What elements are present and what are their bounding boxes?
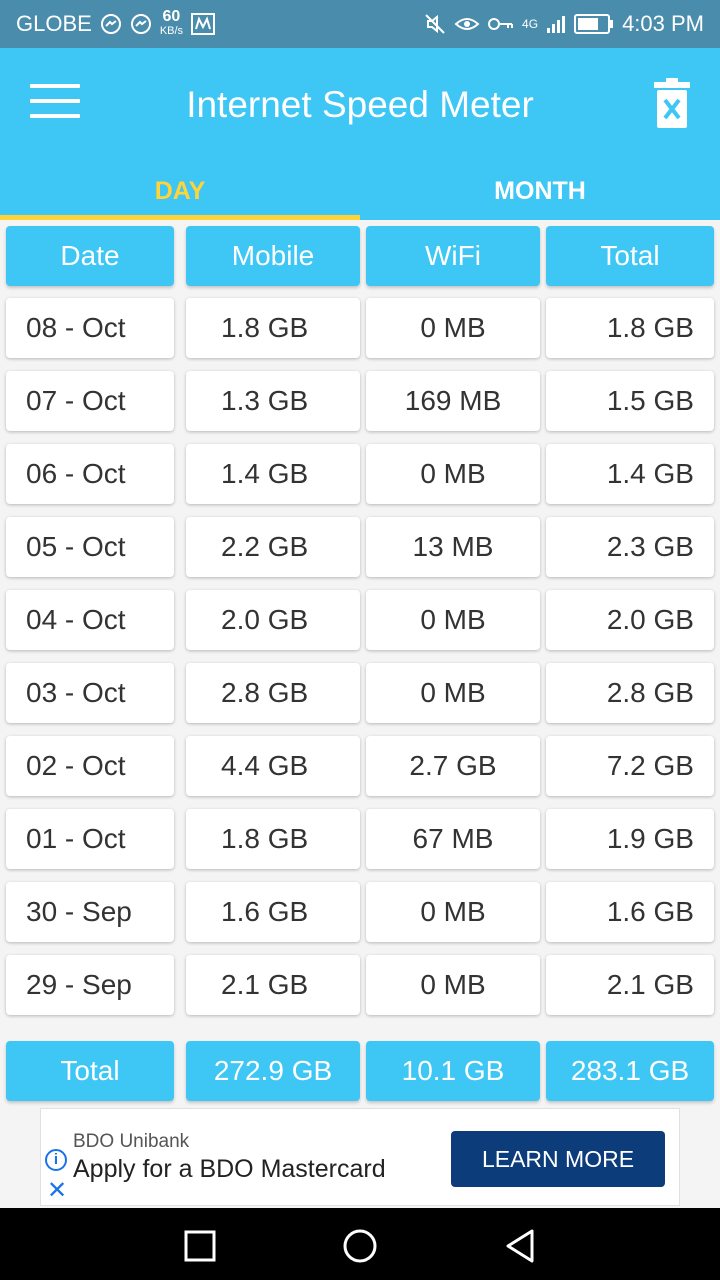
cell-mobile: 1.6 GB xyxy=(186,882,360,942)
cell-mobile: 1.4 GB xyxy=(186,444,360,504)
cell-mobile: 1.3 GB xyxy=(186,371,360,431)
app-bar: Internet Speed Meter DAY MONTH xyxy=(0,48,720,220)
mute-icon xyxy=(425,14,445,34)
clock: 4:03 PM xyxy=(622,11,704,36)
tab-day[interactable]: DAY xyxy=(0,168,360,220)
cell-mobile: 2.8 GB xyxy=(186,663,360,723)
cell-wifi: 0 MB xyxy=(366,955,540,1015)
table-row: 03 - Oct 2.8 GB 0 MB 2.8 GB xyxy=(0,663,720,723)
cell-wifi: 0 MB xyxy=(366,663,540,723)
ad-brand: BDO Unibank xyxy=(73,1131,190,1152)
column-header-mobile[interactable]: Mobile xyxy=(186,226,360,286)
cell-total: 2.0 GB xyxy=(546,590,714,650)
cell-wifi: 0 MB xyxy=(366,444,540,504)
cell-wifi: 13 MB xyxy=(366,517,540,577)
cell-wifi: 0 MB xyxy=(366,590,540,650)
back-icon[interactable] xyxy=(500,1228,540,1264)
cell-date: 05 - Oct xyxy=(6,517,174,577)
ad-info-icon[interactable]: i xyxy=(45,1149,67,1171)
cell-date: 30 - Sep xyxy=(6,882,174,942)
cell-wifi: 2.7 GB xyxy=(366,736,540,796)
column-header-wifi[interactable]: WiFi xyxy=(366,226,540,286)
cell-total: 1.5 GB xyxy=(546,371,714,431)
signal-icon xyxy=(547,16,566,33)
status-bar: GLOBE 60 KB/s 4G 4:03 PM xyxy=(0,0,720,48)
cell-wifi: 0 MB xyxy=(366,298,540,358)
cell-total: 2.8 GB xyxy=(546,663,714,723)
cell-mobile: 2.0 GB xyxy=(186,590,360,650)
speed-unit: KB/s xyxy=(159,25,184,37)
learn-more-button[interactable]: LEARN MORE xyxy=(451,1131,665,1187)
totals-mobile: 272.9 GB xyxy=(186,1041,360,1101)
cell-mobile: 1.8 GB xyxy=(186,298,360,358)
ad-text: Apply for a BDO Mastercard xyxy=(73,1155,386,1183)
eye-icon xyxy=(454,18,480,30)
cell-date: 04 - Oct xyxy=(6,590,174,650)
cell-total: 7.2 GB xyxy=(546,736,714,796)
cell-mobile: 4.4 GB xyxy=(186,736,360,796)
system-nav-bar xyxy=(0,1208,720,1280)
cell-total: 1.8 GB xyxy=(546,298,714,358)
cell-total: 2.1 GB xyxy=(546,955,714,1015)
cell-date: 03 - Oct xyxy=(6,663,174,723)
cell-mobile: 2.2 GB xyxy=(186,517,360,577)
cell-date: 08 - Oct xyxy=(6,298,174,358)
speed-value: 60 xyxy=(162,8,181,25)
cell-date: 07 - Oct xyxy=(6,371,174,431)
app-logo-icon xyxy=(191,13,216,35)
messenger-icon xyxy=(130,14,151,34)
ad-banner[interactable]: i ✕ BDO Unibank Apply for a BDO Masterca… xyxy=(40,1108,680,1206)
cell-date: 01 - Oct xyxy=(6,809,174,869)
carrier-label: GLOBE xyxy=(16,11,92,36)
tab-bar: DAY MONTH xyxy=(0,168,720,220)
status-right: 4G 4:03 PM xyxy=(424,11,704,37)
cell-date: 29 - Sep xyxy=(6,955,174,1015)
table-row: 06 - Oct 1.4 GB 0 MB 1.4 GB xyxy=(0,444,720,504)
cell-wifi: 0 MB xyxy=(366,882,540,942)
ad-close-icon[interactable]: ✕ xyxy=(47,1179,67,1203)
totals-label: Total xyxy=(6,1041,174,1101)
cell-mobile: 1.8 GB xyxy=(186,809,360,869)
totals-row: Total 272.9 GB 10.1 GB 283.1 GB xyxy=(0,1041,720,1101)
table-row: 07 - Oct 1.3 GB 169 MB 1.5 GB xyxy=(0,371,720,431)
speed-indicator: 60 KB/s xyxy=(159,8,184,38)
totals-wifi: 10.1 GB xyxy=(366,1041,540,1101)
column-header-total[interactable]: Total xyxy=(546,226,714,286)
cell-total: 1.6 GB xyxy=(546,882,714,942)
cell-total: 2.3 GB xyxy=(546,517,714,577)
home-icon[interactable] xyxy=(340,1228,380,1264)
column-header-date[interactable]: Date xyxy=(6,226,174,286)
recents-icon[interactable] xyxy=(180,1228,220,1264)
cell-wifi: 67 MB xyxy=(366,809,540,869)
table-row: 02 - Oct 4.4 GB 2.7 GB 7.2 GB xyxy=(0,736,720,796)
messenger-icon xyxy=(100,14,121,34)
delete-icon[interactable] xyxy=(652,78,692,130)
table-row: 05 - Oct 2.2 GB 13 MB 2.3 GB xyxy=(0,517,720,577)
table-row: 01 - Oct 1.8 GB 67 MB 1.9 GB xyxy=(0,809,720,869)
network-type: 4G xyxy=(522,17,539,31)
cell-wifi: 169 MB xyxy=(366,371,540,431)
battery-icon xyxy=(574,14,614,34)
totals-total: 283.1 GB xyxy=(546,1041,714,1101)
cell-date: 02 - Oct xyxy=(6,736,174,796)
cell-mobile: 2.1 GB xyxy=(186,955,360,1015)
table-row: 08 - Oct 1.8 GB 0 MB 1.8 GB xyxy=(0,298,720,358)
cell-total: 1.9 GB xyxy=(546,809,714,869)
cell-date: 06 - Oct xyxy=(6,444,174,504)
key-icon xyxy=(488,18,514,30)
table-row: 30 - Sep 1.6 GB 0 MB 1.6 GB xyxy=(0,882,720,942)
table-row: 29 - Sep 2.1 GB 0 MB 2.1 GB xyxy=(0,955,720,1015)
cell-total: 1.4 GB xyxy=(546,444,714,504)
app-title: Internet Speed Meter xyxy=(186,84,534,125)
table-header-row: Date Mobile WiFi Total xyxy=(0,226,720,286)
status-left: GLOBE 60 KB/s xyxy=(16,8,216,38)
tab-month[interactable]: MONTH xyxy=(360,168,720,220)
table-row: 04 - Oct 2.0 GB 0 MB 2.0 GB xyxy=(0,590,720,650)
